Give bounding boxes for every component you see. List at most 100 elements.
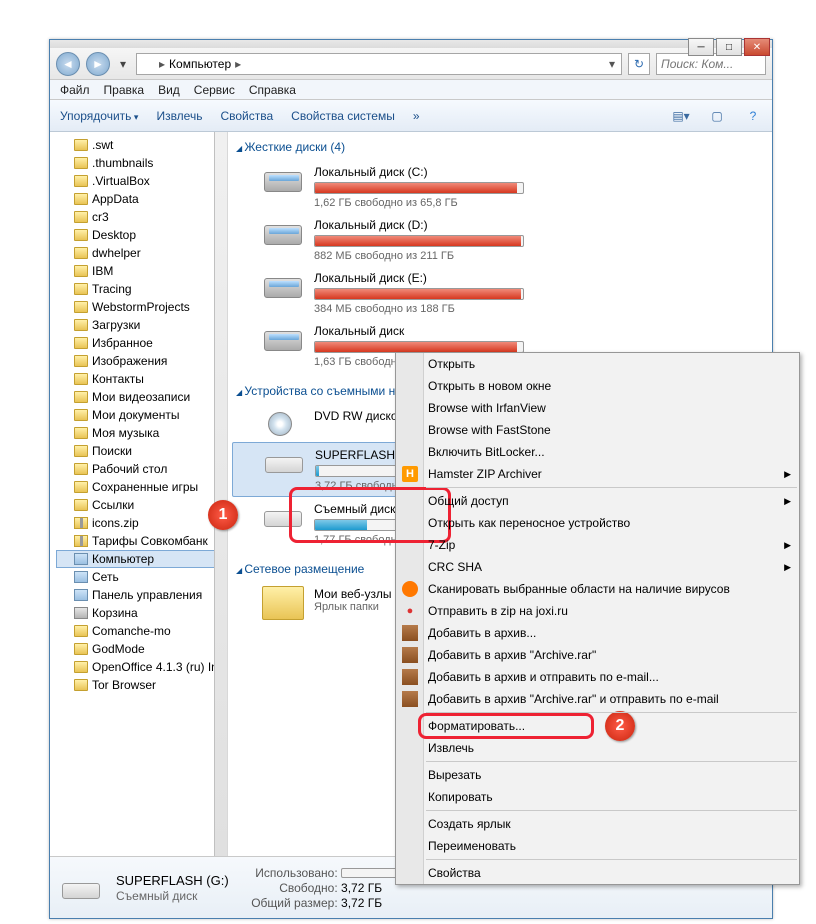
menu-file[interactable]: Файл xyxy=(60,83,90,97)
tree-item[interactable]: Ссылки xyxy=(56,496,227,514)
context-menu-label: Открыть в новом окне xyxy=(428,379,551,393)
tree-item[interactable]: .VirtualBox xyxy=(56,172,227,190)
section-hdd[interactable]: Жесткие диски (4) xyxy=(232,138,768,160)
context-menu-item[interactable]: Открыть как переносное устройство xyxy=(396,512,799,534)
context-menu-item[interactable]: Добавить в архив... xyxy=(396,622,799,644)
tree-item[interactable]: Контакты xyxy=(56,370,227,388)
tree-item[interactable]: Мои документы xyxy=(56,406,227,424)
preview-pane-icon[interactable]: ▢ xyxy=(708,107,726,125)
context-menu-item[interactable]: Включить BitLocker... xyxy=(396,441,799,463)
tree-item[interactable]: .swt xyxy=(56,136,227,154)
context-menu-item[interactable]: Вырезать xyxy=(396,764,799,786)
tree-item[interactable]: Изображения xyxy=(56,352,227,370)
tree-item[interactable]: Tor Browser xyxy=(56,676,227,694)
menu-help[interactable]: Справка xyxy=(249,83,296,97)
drive-e[interactable]: Локальный диск (E:)384 МБ свободно из 18… xyxy=(232,266,768,319)
menu-view[interactable]: Вид xyxy=(158,83,180,97)
organize-button[interactable]: Упорядочить xyxy=(60,109,138,123)
tree-item[interactable]: IBM xyxy=(56,262,227,280)
tree-item[interactable]: .thumbnails xyxy=(56,154,227,172)
close-button[interactable]: ✕ xyxy=(744,38,770,56)
tree-item[interactable]: dwhelper xyxy=(56,244,227,262)
refresh-button[interactable]: ↻ xyxy=(628,53,650,75)
tree-item[interactable]: icons.zip xyxy=(56,514,227,532)
history-dropdown[interactable]: ▾ xyxy=(116,55,130,73)
context-menu-item[interactable]: Browse with FastStone xyxy=(396,419,799,441)
context-menu-item[interactable]: Форматировать... xyxy=(396,715,799,737)
tree-item[interactable]: Tracing xyxy=(56,280,227,298)
tree-item[interactable]: Desktop xyxy=(56,226,227,244)
context-menu-label: Копировать xyxy=(428,790,493,804)
tree-item[interactable]: Загрузки xyxy=(56,316,227,334)
tree-item[interactable]: Панель управления xyxy=(56,586,227,604)
comp-icon xyxy=(74,571,88,583)
tree-item[interactable]: Рабочий стол xyxy=(56,460,227,478)
context-menu-item[interactable]: Сканировать выбранные области на наличие… xyxy=(396,578,799,600)
context-menu-item[interactable]: Добавить в архив "Archive.rar" xyxy=(396,644,799,666)
tree-item[interactable]: Comanche-mo xyxy=(56,622,227,640)
tree-item[interactable]: Компьютер xyxy=(56,550,227,568)
properties-button[interactable]: Свойства xyxy=(220,109,273,123)
eject-button[interactable]: Извлечь xyxy=(156,109,202,123)
breadcrumb[interactable]: ▸ Компьютер ▸ ▾ xyxy=(136,53,622,75)
context-menu-label: Добавить в архив "Archive.rar" и отправи… xyxy=(428,692,719,706)
tree-item[interactable]: Сеть xyxy=(56,568,227,586)
tree-item[interactable]: GodMode xyxy=(56,640,227,658)
context-menu-item[interactable]: Добавить в архив и отправить по e-mail..… xyxy=(396,666,799,688)
context-menu-item[interactable]: Создать ярлык xyxy=(396,813,799,835)
context-menu-item[interactable]: Переименовать xyxy=(396,835,799,857)
tree-item[interactable]: WebstormProjects xyxy=(56,298,227,316)
context-menu-item[interactable]: Добавить в архив "Archive.rar" и отправи… xyxy=(396,688,799,710)
system-properties-button[interactable]: Свойства системы xyxy=(291,109,395,123)
toolbar: Упорядочить Извлечь Свойства Свойства си… xyxy=(50,100,772,132)
context-menu-label: Свойства xyxy=(428,866,481,880)
context-menu-item[interactable]: Browse with IrfanView xyxy=(396,397,799,419)
more-button[interactable]: » xyxy=(413,109,420,123)
tree-item[interactable]: Моя музыка xyxy=(56,424,227,442)
fold-icon xyxy=(74,175,88,187)
forward-button[interactable]: ► xyxy=(86,52,110,76)
back-button[interactable]: ◄ xyxy=(56,52,80,76)
bin-icon xyxy=(74,607,88,619)
context-menu-item[interactable]: HHamster ZIP Archiver▶ xyxy=(396,463,799,485)
context-menu-item[interactable]: Общий доступ▶ xyxy=(396,490,799,512)
comp-icon xyxy=(74,553,88,565)
minimize-button[interactable]: ─ xyxy=(688,38,714,56)
context-menu-item[interactable]: Свойства xyxy=(396,862,799,884)
nav-tree[interactable]: .swt.thumbnails.VirtualBoxAppDatacr3Desk… xyxy=(50,132,228,856)
tree-item[interactable]: cr3 xyxy=(56,208,227,226)
tree-item[interactable]: Сохраненные игры xyxy=(56,478,227,496)
context-menu-item[interactable]: Открыть в новом окне xyxy=(396,375,799,397)
view-mode-icon[interactable]: ▤▾ xyxy=(672,107,690,125)
context-menu-item[interactable]: Извлечь xyxy=(396,737,799,759)
fold-icon xyxy=(74,283,88,295)
tree-item[interactable]: Тарифы Совкомбанк xyxy=(56,532,227,550)
drive-d[interactable]: Локальный диск (D:)882 МБ свободно из 21… xyxy=(232,213,768,266)
context-menu-item[interactable]: Открыть xyxy=(396,353,799,375)
tree-item[interactable]: AppData xyxy=(56,190,227,208)
context-menu-item[interactable]: CRC SHA▶ xyxy=(396,556,799,578)
drive-c[interactable]: Локальный диск (C:)1,62 ГБ свободно из 6… xyxy=(232,160,768,213)
context-menu-item[interactable]: Копировать xyxy=(396,786,799,808)
tree-label: Сохраненные игры xyxy=(92,480,198,494)
context-menu-item[interactable]: 7-Zip▶ xyxy=(396,534,799,556)
fold-icon xyxy=(74,679,88,691)
tree-label: Сеть xyxy=(92,570,119,584)
tree-item[interactable]: OpenOffice 4.1.3 (ru) In xyxy=(56,658,227,676)
tree-item[interactable]: Избранное xyxy=(56,334,227,352)
context-menu-item[interactable]: ●Отправить в zip на joxi.ru xyxy=(396,600,799,622)
tree-label: Ссылки xyxy=(92,498,134,512)
fold-icon xyxy=(74,661,88,673)
tree-item[interactable]: Корзина xyxy=(56,604,227,622)
menu-edit[interactable]: Правка xyxy=(104,83,145,97)
fold-icon xyxy=(74,265,88,277)
context-menu-label: Включить BitLocker... xyxy=(428,445,545,459)
help-icon[interactable]: ? xyxy=(744,107,762,125)
breadcrumb-computer[interactable]: Компьютер xyxy=(169,57,231,71)
menu-tools[interactable]: Сервис xyxy=(194,83,235,97)
fold-icon xyxy=(74,499,88,511)
tree-item[interactable]: Мои видеозаписи xyxy=(56,388,227,406)
maximize-button[interactable]: □ xyxy=(716,38,742,56)
tree-item[interactable]: Поиски xyxy=(56,442,227,460)
fold-icon xyxy=(74,391,88,403)
